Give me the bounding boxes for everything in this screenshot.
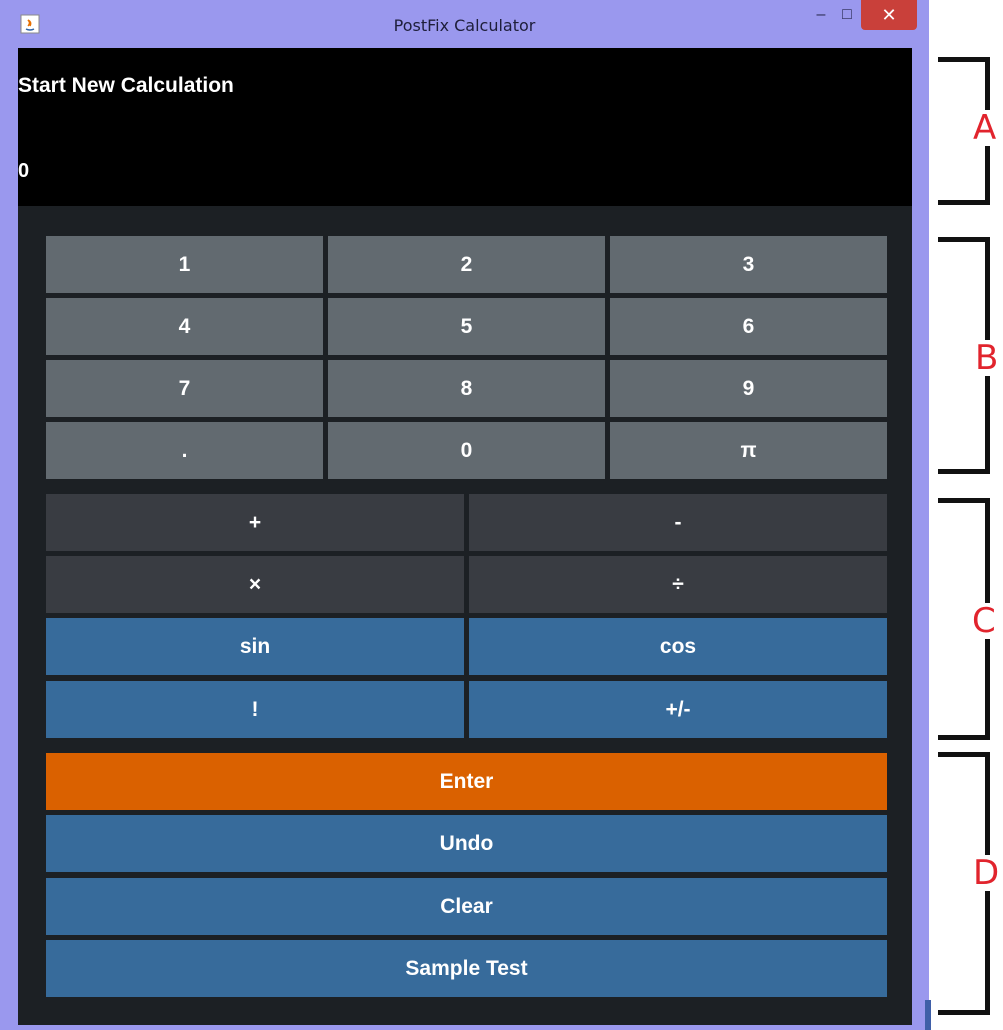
status-message: Start New Calculation: [18, 74, 234, 97]
key-factorial[interactable]: !: [46, 681, 464, 738]
key-multiply[interactable]: ×: [46, 556, 464, 613]
key-sin[interactable]: sin: [46, 618, 464, 675]
key-0[interactable]: 0: [328, 422, 605, 479]
calculator-window: PostFix Calculator – □ ✕ Start New Calcu…: [0, 0, 929, 1030]
sample-test-button[interactable]: Sample Test: [46, 940, 887, 997]
key-2[interactable]: 2: [328, 236, 605, 293]
key-9[interactable]: 9: [610, 360, 887, 417]
maximize-button[interactable]: □: [834, 0, 860, 30]
calculator-body: Start New Calculation 0 1 2 3 4 5 6 7 8 …: [18, 48, 912, 1025]
display-value: 0: [18, 160, 30, 182]
minimize-button[interactable]: –: [808, 0, 834, 30]
display-panel: Start New Calculation 0: [18, 48, 912, 206]
annotation-label-c: C: [972, 601, 996, 641]
key-3[interactable]: 3: [610, 236, 887, 293]
undo-button[interactable]: Undo: [46, 815, 887, 872]
key-4[interactable]: 4: [46, 298, 323, 355]
key-6[interactable]: 6: [610, 298, 887, 355]
annotation-label-d: D: [973, 853, 1000, 893]
title-bar[interactable]: PostFix Calculator – □ ✕: [0, 0, 929, 48]
clear-button[interactable]: Clear: [46, 878, 887, 935]
key-7[interactable]: 7: [46, 360, 323, 417]
key-pi[interactable]: π: [610, 422, 887, 479]
key-decimal[interactable]: .: [46, 422, 323, 479]
key-cos[interactable]: cos: [469, 618, 887, 675]
key-add[interactable]: +: [46, 494, 464, 551]
key-negate[interactable]: +/-: [469, 681, 887, 738]
close-button[interactable]: ✕: [861, 0, 917, 30]
enter-button[interactable]: Enter: [46, 753, 887, 810]
key-1[interactable]: 1: [46, 236, 323, 293]
window-title: PostFix Calculator: [393, 16, 536, 35]
key-divide[interactable]: ÷: [469, 556, 887, 613]
annotation-label-b: B: [975, 338, 999, 378]
window-edge: [925, 1000, 931, 1030]
key-8[interactable]: 8: [328, 360, 605, 417]
key-subtract[interactable]: -: [469, 494, 887, 551]
key-5[interactable]: 5: [328, 298, 605, 355]
annotation-label-a: A: [973, 108, 997, 148]
